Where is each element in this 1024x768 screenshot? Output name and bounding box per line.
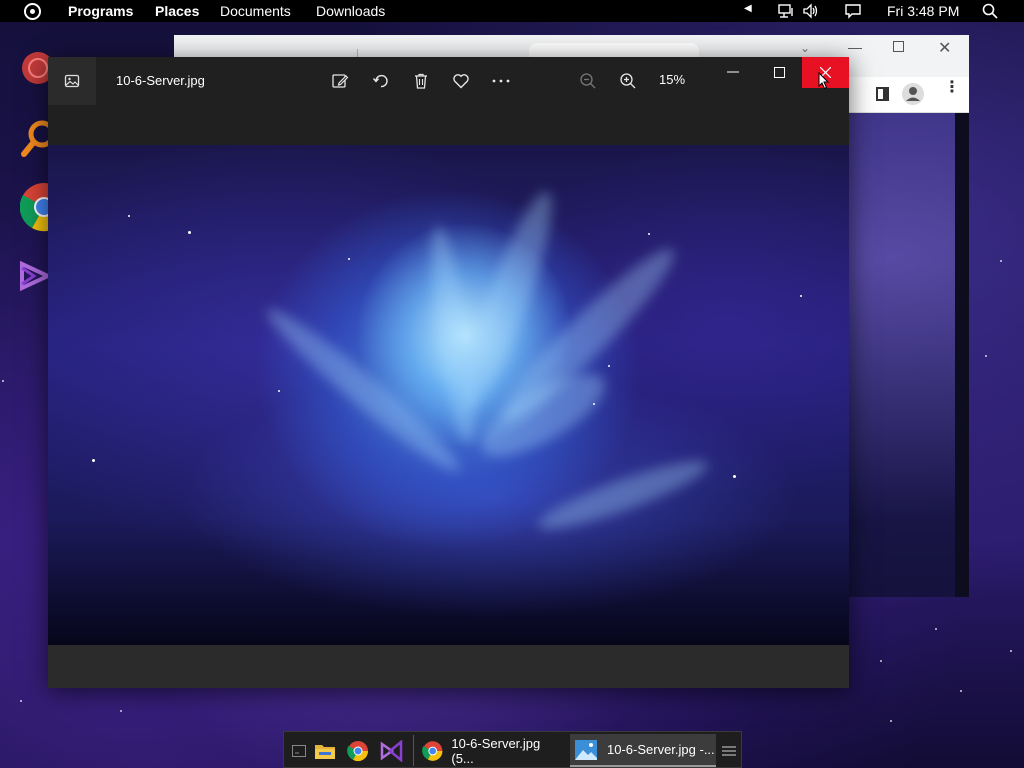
taskbar-item-label: 10-6-Server.jpg -... — [607, 742, 715, 757]
clock[interactable]: Fri 3:48 PM — [887, 3, 959, 19]
taskbar-photos-window[interactable]: 10-6-Server.jpg -... — [570, 734, 716, 767]
maximize-icon[interactable] — [768, 61, 790, 83]
desktop-app-icon[interactable] — [20, 46, 54, 90]
zoom-level[interactable]: 15% — [659, 72, 685, 87]
chrome-menu-icon[interactable]: ⋮ — [944, 80, 960, 96]
desktop-chrome-icon[interactable] — [19, 182, 69, 232]
photo-viewport[interactable] — [48, 145, 849, 645]
photos-icon — [575, 739, 597, 760]
show-desktop-icon[interactable] — [288, 734, 310, 767]
taskbar-item-label: 10-6-Server.jpg (5... — [451, 735, 541, 766]
zoom-out-icon[interactable] — [576, 69, 600, 93]
image-icon[interactable] — [48, 57, 96, 105]
top-panel: Programs Places Documents Downloads ◀ Fr… — [0, 0, 1024, 22]
file-name: 10-6-Server.jpg — [116, 73, 205, 88]
tray-arrow-icon[interactable]: ◀ — [744, 3, 752, 14]
desktop-search-tool-icon[interactable] — [20, 114, 56, 162]
trash-icon[interactable] — [409, 69, 433, 93]
chrome-icon — [422, 740, 443, 761]
more-icon[interactable] — [489, 69, 513, 93]
notification-icon[interactable] — [844, 2, 862, 23]
mouse-cursor-icon — [818, 72, 830, 90]
network-icon[interactable] — [777, 2, 795, 23]
chrome-minimize-icon[interactable]: — — [848, 39, 862, 55]
zoom-in-icon[interactable] — [616, 69, 640, 93]
edit-icon[interactable] — [328, 69, 352, 93]
taskbar: 10-6-Server.jpg (5... 10-6-Server.jpg -.… — [283, 731, 742, 768]
system-menu-icon[interactable] — [24, 3, 41, 20]
menu-icon[interactable] — [720, 734, 738, 767]
visual-studio-icon[interactable] — [380, 734, 404, 767]
volume-icon[interactable] — [802, 2, 820, 23]
chrome-scrollbar[interactable] — [955, 113, 969, 597]
taskbar-divider — [413, 735, 414, 766]
menu-documents[interactable]: Documents — [220, 3, 291, 19]
chrome-maximize-icon[interactable] — [893, 41, 904, 52]
heart-icon[interactable] — [449, 69, 473, 93]
file-manager-icon[interactable] — [314, 734, 336, 767]
minimize-icon[interactable] — [722, 61, 744, 83]
photos-titlebar: 10-6-Server.jpg 15% — [48, 57, 849, 105]
profile-icon[interactable] — [902, 83, 924, 105]
menu-downloads[interactable]: Downloads — [316, 3, 385, 19]
rotate-icon[interactable] — [369, 69, 393, 93]
menu-places[interactable]: Places — [155, 3, 199, 19]
menu-programs[interactable]: Programs — [68, 3, 133, 19]
chrome-icon[interactable] — [347, 734, 371, 767]
chrome-tab-search-icon[interactable]: ⌄ — [800, 41, 810, 55]
search-icon[interactable] — [981, 2, 999, 23]
taskbar-chrome-window[interactable]: 10-6-Server.jpg (5... — [418, 734, 563, 767]
photos-window: 10-6-Server.jpg 15% — [48, 57, 849, 688]
desktop-visual-studio-icon[interactable] — [20, 258, 53, 294]
chrome-close-icon[interactable]: ✕ — [938, 38, 951, 58]
photos-toolbar-strip — [48, 105, 849, 145]
photos-bottom-bar — [48, 645, 849, 688]
close-button[interactable] — [802, 57, 849, 90]
side-panel-icon[interactable] — [876, 87, 889, 101]
